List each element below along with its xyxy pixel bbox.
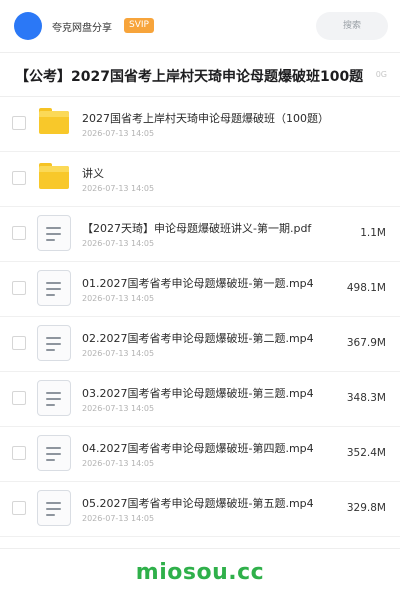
folder-icon — [39, 163, 69, 189]
header-bar: 夸克网盘分享 SVIP 搜索 — [0, 0, 400, 52]
file-name[interactable]: 03.2027国考省考申论母题爆破班-第三题.mp4 — [82, 385, 314, 401]
document-icon — [37, 490, 71, 526]
file-size: 348.3M — [346, 392, 386, 404]
file-date: 2026-07-13 14:05 — [82, 294, 155, 303]
row-checkbox[interactable] — [12, 501, 26, 515]
file-size: 1.1M — [360, 227, 386, 239]
page-title: 【公考】2027国省考上岸村天琦申论母题爆破班100题 — [15, 69, 364, 85]
file-list: 2027国省考上岸村天琦申论母题爆破班（100题） 2026-07-13 14:0… — [0, 97, 400, 537]
document-icon — [37, 215, 71, 251]
document-icon — [37, 325, 71, 361]
row-checkbox[interactable] — [12, 226, 26, 240]
file-size: 329.8M — [346, 502, 386, 514]
list-item[interactable]: 2027国省考上岸村天琦申论母题爆破班（100题） 2026-07-13 14:0… — [0, 97, 400, 152]
row-checkbox[interactable] — [12, 391, 26, 405]
file-date: 2026-07-13 14:05 — [82, 404, 155, 413]
file-date: 2026-07-13 14:05 — [82, 184, 155, 193]
file-date: 2026-07-13 14:05 — [82, 459, 155, 468]
search-input[interactable]: 搜索 — [316, 12, 388, 40]
file-date: 2026-07-13 14:05 — [82, 239, 155, 248]
file-name[interactable]: 05.2027国考省考申论母题爆破班-第五题.mp4 — [82, 495, 314, 511]
file-name[interactable]: 【2027天琦】申论母题爆破班讲义-第一期.pdf — [82, 220, 311, 236]
file-name[interactable]: 讲义 — [82, 165, 104, 181]
list-item[interactable]: 04.2027国考省考申论母题爆破班-第四题.mp4 2026-07-13 14:… — [0, 427, 400, 482]
list-item[interactable]: 【2027天琦】申论母题爆破班讲义-第一期.pdf 2026-07-13 14:0… — [0, 207, 400, 262]
share-title-row: 【公考】2027国省考上岸村天琦申论母题爆破班100题 0G — [0, 53, 400, 97]
document-icon — [37, 380, 71, 416]
svip-badge[interactable]: SVIP — [124, 18, 154, 33]
file-date: 2026-07-13 14:05 — [82, 129, 155, 138]
share-page: 夸克网盘分享 SVIP 搜索 【公考】2027国省考上岸村天琦申论母题爆破班10… — [0, 0, 400, 600]
file-name[interactable]: 02.2027国考省考申论母题爆破班-第二题.mp4 — [82, 330, 314, 346]
file-name[interactable]: 04.2027国考省考申论母题爆破班-第四题.mp4 — [82, 440, 314, 456]
list-item[interactable]: 讲义 2026-07-13 14:05 — [0, 152, 400, 207]
footer-divider — [0, 548, 400, 549]
list-item[interactable]: 02.2027国考省考申论母题爆破班-第二题.mp4 2026-07-13 14:… — [0, 317, 400, 372]
row-checkbox[interactable] — [12, 116, 26, 130]
document-icon — [37, 270, 71, 306]
file-date: 2026-07-13 14:05 — [82, 349, 155, 358]
list-item[interactable]: 05.2027国考省考申论母题爆破班-第五题.mp4 2026-07-13 14:… — [0, 482, 400, 537]
app-name: 夸克网盘分享 — [52, 23, 112, 34]
document-icon — [37, 435, 71, 471]
row-checkbox[interactable] — [12, 171, 26, 185]
file-date: 2026-07-13 14:05 — [82, 514, 155, 523]
folder-icon — [39, 108, 69, 134]
row-checkbox[interactable] — [12, 446, 26, 460]
file-size: 498.1M — [346, 282, 386, 294]
title-meta: 0G — [375, 70, 387, 79]
file-name[interactable]: 01.2027国考省考申论母题爆破班-第一题.mp4 — [82, 275, 314, 291]
row-checkbox[interactable] — [12, 336, 26, 350]
list-item[interactable]: 03.2027国考省考申论母题爆破班-第三题.mp4 2026-07-13 14:… — [0, 372, 400, 427]
avatar[interactable] — [14, 12, 42, 40]
row-checkbox[interactable] — [12, 281, 26, 295]
file-size: 352.4M — [346, 447, 386, 459]
site-brand: miosou.cc — [135, 560, 265, 585]
file-name[interactable]: 2027国省考上岸村天琦申论母题爆破班（100题） — [82, 110, 329, 126]
list-item[interactable]: 01.2027国考省考申论母题爆破班-第一题.mp4 2026-07-13 14:… — [0, 262, 400, 317]
file-size: 367.9M — [346, 337, 386, 349]
